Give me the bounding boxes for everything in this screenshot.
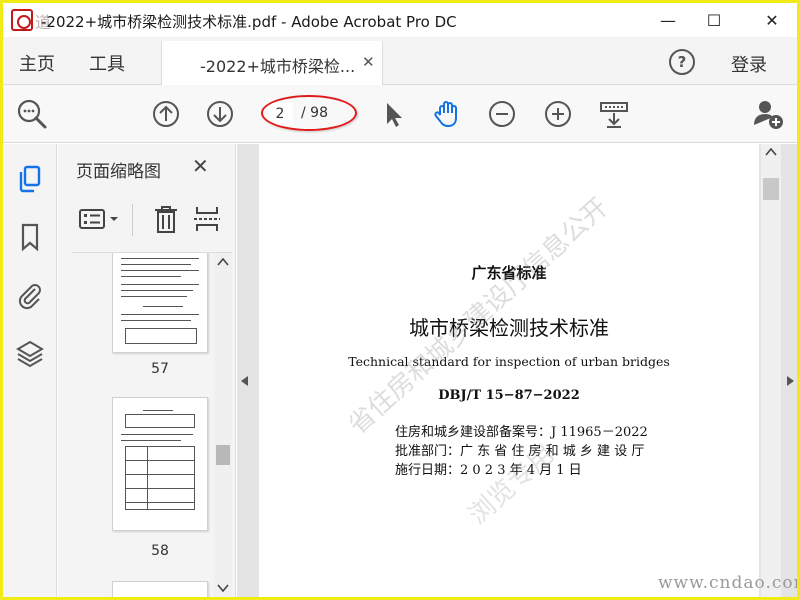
highlight-ellipse [261,95,357,131]
document-scrollbar[interactable] [761,144,781,597]
hand-tool-icon[interactable] [431,97,465,131]
arrow-down-icon[interactable] [203,97,237,131]
arrow-up-icon[interactable] [149,97,183,131]
acrobat-logo-icon [11,9,33,31]
close-tab-icon[interactable]: ✕ [362,53,375,71]
zoom-out-icon[interactable] [485,97,519,131]
attachment-icon[interactable] [15,280,45,310]
close-window-button[interactable]: ✕ [749,3,795,37]
standard-code: DBJ/T 15−87−2022 [438,388,580,403]
navigation-rail [3,144,57,597]
expand-right-panel-icon[interactable] [787,376,794,386]
window-title: -2022+城市桥梁检测技术标准.pdf - Adobe Acrobat Pro… [41,13,457,31]
minimize-button[interactable]: — [645,3,691,37]
zoom-in-icon[interactable] [541,97,575,131]
document-title-en: Technical standard for inspection of urb… [348,354,670,369]
doc-scroll-thumb[interactable] [763,178,779,200]
collapse-panel-icon[interactable] [241,376,248,386]
toolbar: 2 / 98 [3,85,797,143]
panel-toolbar [70,200,230,240]
thumbnail-options-icon[interactable] [78,208,122,232]
document-tab[interactable]: -2022+城市桥梁检... ✕ [161,41,383,85]
scroll-up-icon[interactable] [217,257,229,267]
pdf-page: 广东省标准 城市桥梁检测技术标准 Technical standard for … [259,144,759,597]
thumbnail-label-57: 57 [151,361,169,377]
toolbar-divider [132,204,133,236]
menu-bar: 主页 工具 -2022+城市桥梁检... ✕ ? 登录 [3,37,797,85]
thumbnail-page-58[interactable] [112,397,208,531]
record-number: 住房和城乡建设部备案号：J 11965－2022 [395,425,648,440]
help-icon[interactable]: ? [669,49,695,75]
rotate-page-icon[interactable] [194,204,220,234]
panel-title: 页面缩略图 [76,162,161,182]
thumbnail-scrollbar[interactable] [214,253,232,597]
select-pointer-icon[interactable] [377,97,411,131]
thumbnail-page-57[interactable] [112,253,208,353]
close-panel-icon[interactable]: ✕ [192,154,209,178]
search-icon[interactable] [15,97,49,131]
doc-scroll-up-icon[interactable] [765,147,777,157]
bookmark-icon[interactable] [15,222,45,252]
display-options-icon[interactable] [597,97,631,131]
app-window: 道 -2022+城市桥梁检测技术标准.pdf - Adobe Acrobat P… [3,3,797,597]
share-user-icon[interactable] [751,97,785,131]
thumbnail-label-58: 58 [151,543,169,559]
title-bar: 道 -2022+城市桥梁检测技术标准.pdf - Adobe Acrobat P… [3,3,797,37]
document-title-cn: 城市桥梁检测技术标准 [409,316,609,340]
scroll-down-icon[interactable] [217,583,229,593]
thumbnail-scroll-thumb[interactable] [216,445,230,465]
layers-icon[interactable] [15,338,45,368]
thumbnail-page-59[interactable] [112,581,208,597]
page-thumbnails-icon[interactable] [15,164,45,194]
page-navigator: 2 / 98 [261,95,357,131]
tools-tab[interactable]: 工具 [89,50,125,76]
document-view: 广东省标准 城市桥梁检测技术标准 Technical standard for … [237,144,797,597]
document-tab-label: -2022+城市桥梁检... [200,57,356,76]
thumbnail-list: 57 58 [72,252,232,597]
maximize-button[interactable]: ☐ [691,3,737,37]
delete-page-icon[interactable] [152,204,180,234]
login-button[interactable]: 登录 [731,51,767,77]
thumbnails-panel: 页面缩略图 ✕ 57 58 [58,144,236,597]
site-watermark: www.cndao.com [658,573,797,593]
home-tab[interactable]: 主页 [19,50,55,76]
